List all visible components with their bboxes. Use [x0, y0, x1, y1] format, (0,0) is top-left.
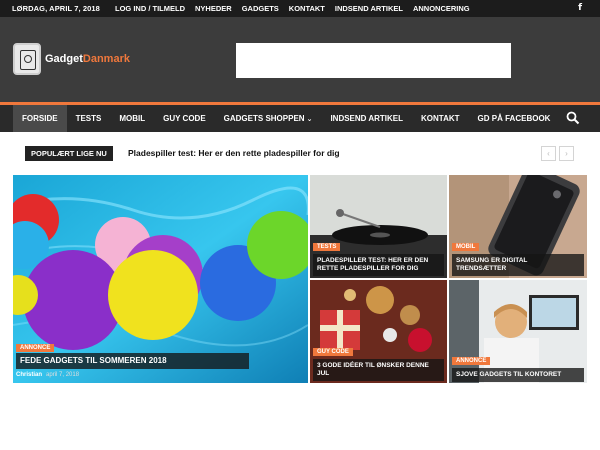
top-link-submit-article[interactable]: INDSEND ARTIKEL	[335, 4, 403, 13]
search-icon[interactable]	[566, 111, 580, 125]
nav-item-guy-code[interactable]: GUY CODE	[154, 105, 215, 132]
featured-post-office[interactable]: ANNONCE SJOVE GADGETS TIL KONTORET	[449, 280, 587, 383]
post-author[interactable]: Christian	[16, 372, 42, 378]
balloons-image	[13, 175, 308, 383]
trending-bar: POPULÆRT LIGE NU Pladespiller test: Her …	[25, 146, 575, 162]
top-link-advertising[interactable]: ANNONCERING	[413, 4, 470, 13]
top-link-login[interactable]: LOG IND / TILMELD	[115, 4, 185, 13]
featured-post-christmas[interactable]: GUY CODE 3 GODE IDÉER TIL ØNSKER DENNE J…	[310, 280, 447, 383]
post-meta: Christian april 7, 2018	[16, 372, 79, 378]
site-logo[interactable]: GadgetDanmark	[13, 43, 130, 75]
logo-text-gadget: Gadget	[45, 53, 83, 65]
trending-next-button[interactable]: ›	[559, 146, 574, 161]
nav-item-gadgets-shoppen-label: GADGETS SHOPPEN	[223, 114, 305, 123]
trending-label: POPULÆRT LIGE NU	[25, 146, 113, 161]
nav-item-gd-facebook[interactable]: GD PÅ FACEBOOK	[469, 105, 560, 132]
top-link-gadgets[interactable]: GADGETS	[242, 4, 279, 13]
logo-text-danmark: Danmark	[82, 53, 130, 65]
post-title-line: SAMSUNG ER DIGITAL	[456, 257, 528, 264]
main-nav: FORSIDE TESTS MOBIL GUY CODE GADGETS SHO…	[0, 102, 600, 132]
post-title[interactable]: SAMSUNG ER DIGITAL TRENDSÆTTER	[452, 254, 584, 277]
post-title-line: 3 GODE IDÉER TIL ØNSKER DENNE	[317, 362, 429, 369]
post-title-line: RETTE PLADESPILLER FOR DIG	[317, 265, 419, 273]
post-title-line: TRENDSÆTTER	[456, 265, 507, 273]
category-badge[interactable]: MOBIL	[452, 243, 480, 251]
nav-item-tests[interactable]: TESTS	[67, 105, 111, 132]
nav-item-gadgets-shoppen[interactable]: GADGETS SHOPPEN ⌄	[215, 105, 322, 132]
category-badge[interactable]: ANNONCE	[16, 344, 55, 352]
top-links: LOG IND / TILMELD NYHEDER GADGETS KONTAK…	[115, 4, 470, 13]
nav-item-mobil[interactable]: MOBIL	[110, 105, 154, 132]
header-ad-banner[interactable]	[236, 43, 511, 78]
category-badge[interactable]: TESTS	[313, 243, 341, 251]
post-title-line: JUL	[317, 370, 330, 378]
featured-post-turntable[interactable]: TESTS PLADESPILLER TEST: HER ER DEN RETT…	[310, 175, 447, 278]
top-link-news[interactable]: NYHEDER	[195, 4, 232, 13]
current-date: LØRDAG, APRIL 7, 2018	[12, 4, 100, 13]
featured-post-samsung[interactable]: MOBIL SAMSUNG ER DIGITAL TRENDSÆTTER	[449, 175, 587, 278]
post-title[interactable]: PLADESPILLER TEST: HER ER DEN RETTE PLAD…	[313, 254, 444, 277]
category-badge[interactable]: ANNONCE	[452, 357, 491, 365]
post-title-line: PLADESPILLER TEST: HER ER DEN	[317, 257, 429, 264]
facebook-icon[interactable]: f	[578, 3, 582, 13]
trending-prev-button[interactable]: ‹	[541, 146, 556, 161]
site-header: GadgetDanmark	[0, 17, 600, 102]
post-title[interactable]: SJOVE GADGETS TIL KONTORET	[452, 368, 584, 383]
post-title[interactable]: 3 GODE IDÉER TIL ØNSKER DENNE JUL	[313, 359, 444, 382]
category-badge[interactable]: GUY CODE	[313, 348, 353, 356]
nav-item-indsend-artikel[interactable]: INDSEND ARTIKEL	[321, 105, 412, 132]
chevron-down-icon: ⌄	[306, 116, 313, 123]
trending-headline[interactable]: Pladespiller test: Her er den rette plad…	[128, 148, 340, 158]
top-bar: LØRDAG, APRIL 7, 2018 LOG IND / TILMELD …	[0, 0, 600, 17]
nav-item-kontakt[interactable]: KONTAKT	[412, 105, 469, 132]
post-date: april 7, 2018	[46, 372, 80, 378]
top-link-contact[interactable]: KONTAKT	[289, 4, 325, 13]
post-title[interactable]: FEDE GADGETS TIL SOMMEREN 2018	[16, 353, 249, 369]
nav-item-forside[interactable]: FORSIDE	[13, 105, 67, 132]
logo-gadget-icon	[13, 43, 41, 75]
logo-text: GadgetDanmark	[45, 53, 130, 65]
featured-post-main[interactable]: ANNONCE FEDE GADGETS TIL SOMMEREN 2018 C…	[13, 175, 308, 383]
